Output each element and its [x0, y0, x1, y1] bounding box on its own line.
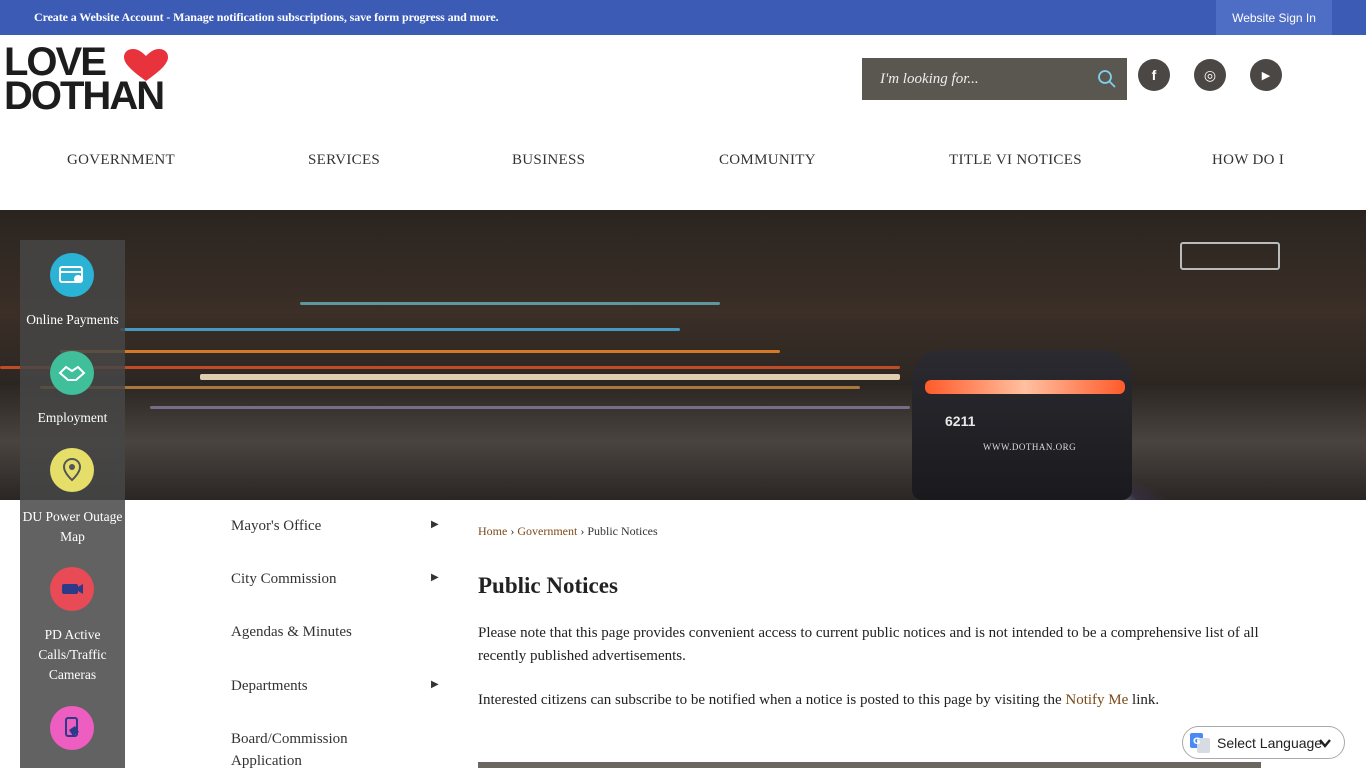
- chevron-down-icon: [1319, 739, 1331, 748]
- page-title: Public Notices: [478, 573, 618, 598]
- search-icon[interactable]: [1097, 69, 1117, 89]
- credit-card-icon[interactable]: [50, 253, 94, 297]
- quick-links-sidebar: Online Payments Employment DU Power Outa…: [20, 240, 125, 768]
- subscribe-text-end: link.: [1128, 692, 1160, 708]
- quick-link-pd-active-calls[interactable]: PD Active Calls/Traffic Cameras: [20, 625, 125, 685]
- quick-link-du-power-outage-map[interactable]: DU Power Outage Map: [20, 507, 125, 547]
- instagram-icon[interactable]: ◎: [1194, 59, 1226, 91]
- nav-government[interactable]: GOVERNMENT: [67, 152, 175, 169]
- account-banner: Create a Website Account - Manage notifi…: [0, 0, 1366, 35]
- nav-title-vi-notices[interactable]: TITLE VI NOTICES: [949, 152, 1082, 169]
- subnav-city-commission[interactable]: City Commission: [231, 568, 336, 590]
- expand-arrow-icon[interactable]: ▶: [431, 679, 439, 690]
- language-label: Select Language: [1217, 734, 1323, 751]
- subnav-board-commission-application[interactable]: Board/Commission Application: [231, 728, 381, 772]
- intro-paragraph: Please note that this page provides conv…: [478, 625, 1259, 664]
- light-streak: [40, 386, 860, 389]
- notice-list-header-bar: [478, 762, 1261, 768]
- nav-how-do-i[interactable]: HOW DO I: [1212, 152, 1284, 169]
- svg-text:G: G: [1193, 737, 1200, 747]
- main-navigation: GOVERNMENT SERVICES BUSINESS COMMUNITY T…: [0, 152, 1366, 178]
- light-streak: [120, 328, 680, 331]
- arrow-sign: [1180, 242, 1280, 270]
- light-streak: [300, 302, 720, 305]
- language-selector[interactable]: G Select Language: [1182, 726, 1345, 759]
- light-streak: [60, 350, 780, 353]
- create-account-link[interactable]: Create a Website Account - Manage notifi…: [34, 10, 499, 25]
- car-url: WWW.DOTHAN.ORG: [983, 442, 1077, 452]
- quick-link-employment[interactable]: Employment: [20, 408, 125, 428]
- breadcrumb-separator: ›: [580, 524, 585, 538]
- subnav-departments[interactable]: Departments: [231, 675, 308, 697]
- car-tail-lights: [925, 380, 1125, 394]
- map-pin-icon[interactable]: [50, 448, 94, 492]
- subnav-agendas-minutes[interactable]: Agendas & Minutes: [231, 621, 352, 643]
- notify-me-link[interactable]: Notify Me: [1065, 692, 1128, 708]
- phone-hand-icon[interactable]: [50, 706, 94, 750]
- nav-community[interactable]: COMMUNITY: [719, 152, 816, 169]
- subscribe-text: Interested citizens can subscribe to be …: [478, 692, 1066, 708]
- subnav-mayors-office[interactable]: Mayor's Office: [231, 515, 321, 537]
- camera-icon[interactable]: [50, 567, 94, 611]
- google-translate-icon: G: [1190, 732, 1210, 753]
- handshake-icon[interactable]: [50, 351, 94, 395]
- nav-services[interactable]: SERVICES: [308, 152, 380, 169]
- car-number: 6211: [945, 413, 976, 429]
- facebook-icon[interactable]: f: [1138, 59, 1170, 91]
- breadcrumb-current: Public Notices: [587, 524, 658, 538]
- light-streak: [150, 406, 910, 409]
- youtube-icon[interactable]: ▶: [1250, 59, 1282, 91]
- logo-line-2: DOTHAN: [4, 74, 165, 118]
- love-dothan-logo[interactable]: LOVE DOTHAN: [4, 42, 204, 118]
- expand-arrow-icon[interactable]: ▶: [431, 572, 439, 583]
- site-search: [862, 58, 1127, 100]
- nav-business[interactable]: BUSINESS: [512, 152, 585, 169]
- light-streak: [0, 366, 900, 369]
- search-input[interactable]: [862, 70, 1082, 88]
- breadcrumb-government[interactable]: Government: [517, 524, 577, 538]
- light-streak: [200, 374, 900, 380]
- expand-arrow-icon[interactable]: ▶: [431, 519, 439, 530]
- subscribe-paragraph: Interested citizens can subscribe to be …: [478, 689, 1268, 712]
- quick-link-online-payments[interactable]: Online Payments: [20, 310, 125, 330]
- breadcrumb-separator: ›: [510, 524, 515, 538]
- breadcrumb: Home › Government › Public Notices: [478, 524, 658, 539]
- breadcrumb-home[interactable]: Home: [478, 524, 507, 538]
- hero-banner-image: 6211 WWW.DOTHAN.ORG: [0, 210, 1366, 500]
- website-sign-in-button[interactable]: Website Sign In: [1216, 0, 1332, 35]
